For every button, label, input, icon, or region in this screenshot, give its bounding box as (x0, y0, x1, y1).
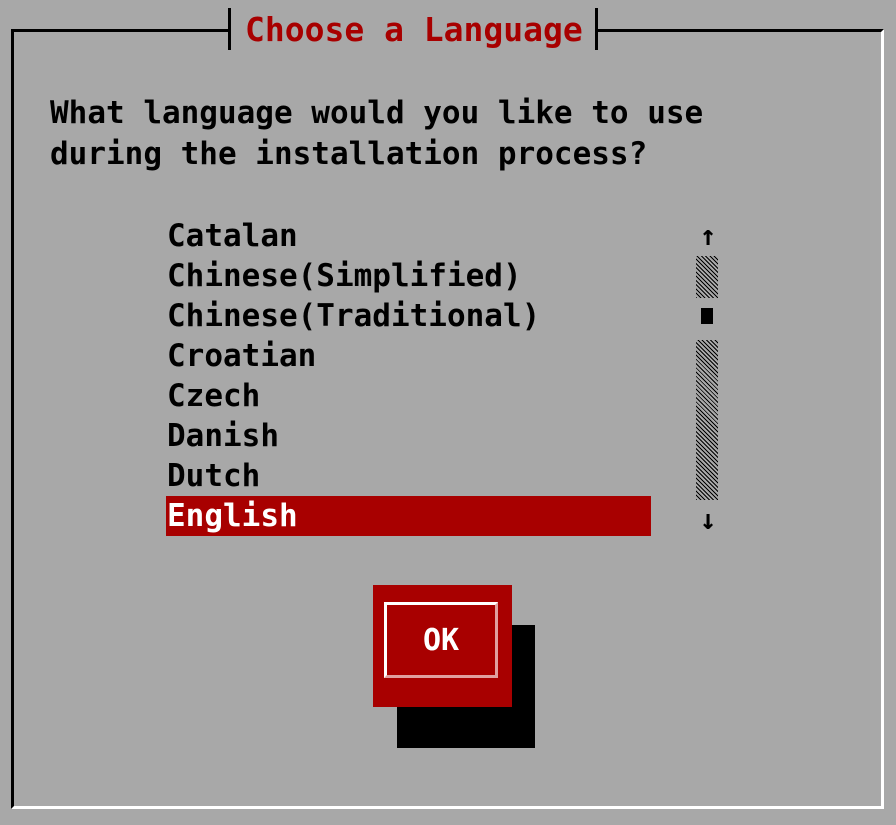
language-scrollbar[interactable]: ↑ ↓ (694, 216, 722, 536)
list-item-chinese-simplified[interactable]: Chinese(Simplified) (166, 256, 651, 296)
list-item-dutch[interactable]: Dutch (166, 456, 651, 496)
dialog-title: Choose a Language (245, 9, 583, 49)
dialog-title-box: Choose a Language (228, 8, 598, 50)
scrollbar-track-bottom[interactable] (696, 340, 718, 500)
list-item-croatian[interactable]: Croatian (166, 336, 651, 376)
ok-button-focus-frame: OK (384, 602, 498, 678)
language-prompt: What language would you like to use duri… (50, 95, 704, 172)
scrollbar-track-top[interactable] (696, 256, 718, 298)
language-list[interactable]: Catalan Chinese(Simplified) Chinese(Trad… (166, 216, 651, 536)
ok-button[interactable]: OK (373, 585, 512, 707)
list-item-chinese-traditional[interactable]: Chinese(Traditional) (166, 296, 651, 336)
scroll-up-arrow-icon[interactable]: ↑ (694, 216, 722, 256)
list-item-czech[interactable]: Czech (166, 376, 651, 416)
list-item-english[interactable]: English (166, 496, 651, 536)
list-item-catalan[interactable]: Catalan (166, 216, 651, 256)
scrollbar-thumb[interactable] (701, 308, 713, 324)
list-item-danish[interactable]: Danish (166, 416, 651, 456)
scroll-down-arrow-icon[interactable]: ↓ (694, 500, 722, 540)
ok-button-label: OK (422, 622, 460, 658)
